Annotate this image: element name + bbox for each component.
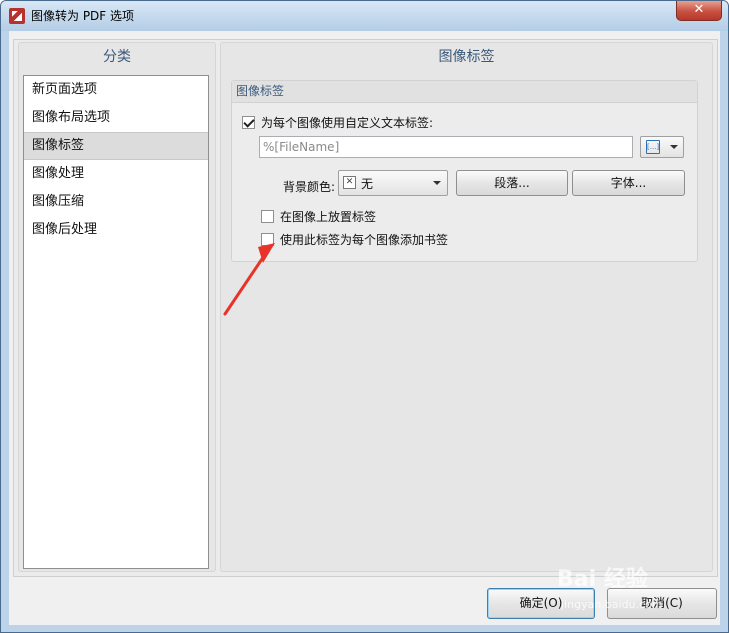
label-text-input[interactable]: %[FileName] — [259, 136, 633, 158]
category-list[interactable]: 新页面选项 图像布局选项 图像标签 图像处理 图像压缩 图像后处理 — [23, 75, 209, 569]
category-item-image-layout[interactable]: 图像布局选项 — [24, 104, 208, 132]
chevron-down-icon — [433, 181, 441, 185]
group-title: 图像标签 — [232, 81, 697, 103]
settings-header: 图像标签 — [438, 49, 495, 65]
bg-color-value: 无 — [361, 177, 374, 191]
category-header: 分类 — [103, 49, 131, 65]
category-item-new-page[interactable]: 新页面选项 — [24, 76, 208, 104]
dialog-content: 分类 新页面选项 图像布局选项 图像标签 图像处理 图像压缩 图像后处理 图像标… — [13, 39, 718, 577]
close-button[interactable]: ✕ — [676, 1, 722, 21]
bg-color-label: 背景颜色: — [283, 180, 336, 194]
category-item-image-label[interactable]: 图像标签 — [24, 132, 208, 160]
watermark-logo: Bai 经验 — [557, 567, 648, 592]
place-on-image-label: 在图像上放置标签 — [280, 210, 377, 224]
macro-insert-button[interactable]: [...] — [640, 136, 684, 158]
use-custom-label-text: 为每个图像使用自定义文本标签: — [261, 116, 434, 130]
place-on-image-checkbox[interactable] — [261, 210, 274, 223]
watermark-url: jingyan.baidu.com — [561, 598, 663, 611]
dialog-client-area: 分类 新页面选项 图像布局选项 图像标签 图像处理 图像压缩 图像后处理 图像标… — [9, 31, 720, 625]
window-title: 图像转为 PDF 选项 — [31, 9, 135, 23]
settings-pane: 图像标签 图像标签 为每个图像使用自定义文本标签: %[FileName] [.… — [220, 42, 713, 572]
paragraph-button[interactable]: 段落... — [456, 170, 568, 196]
category-item-image-post-processing[interactable]: 图像后处理 — [24, 216, 208, 244]
app-pdf-icon — [9, 8, 25, 24]
category-item-image-processing[interactable]: 图像处理 — [24, 160, 208, 188]
font-button[interactable]: 字体... — [572, 170, 685, 196]
image-label-group: 图像标签 为每个图像使用自定义文本标签: %[FileName] [...] 背… — [231, 80, 698, 262]
dialog-window: 图像转为 PDF 选项 ✕ 分类 新页面选项 图像布局选项 图像标签 图像处理 … — [0, 0, 729, 633]
no-color-swatch-icon: ✕ — [343, 176, 356, 189]
category-item-image-compression[interactable]: 图像压缩 — [24, 188, 208, 216]
use-custom-label-checkbox[interactable] — [242, 116, 255, 129]
chevron-down-icon — [670, 145, 678, 149]
macro-insert-icon: [...] — [646, 140, 660, 154]
annotation-arrow-icon — [223, 243, 275, 316]
category-pane: 分类 新页面选项 图像布局选项 图像标签 图像处理 图像压缩 图像后处理 — [18, 42, 216, 572]
title-bar[interactable]: 图像转为 PDF 选项 ✕ — [1, 1, 728, 31]
add-bookmark-label: 使用此标签为每个图像添加书签 — [280, 233, 449, 247]
bg-color-select[interactable]: ✕ 无 — [338, 170, 448, 196]
